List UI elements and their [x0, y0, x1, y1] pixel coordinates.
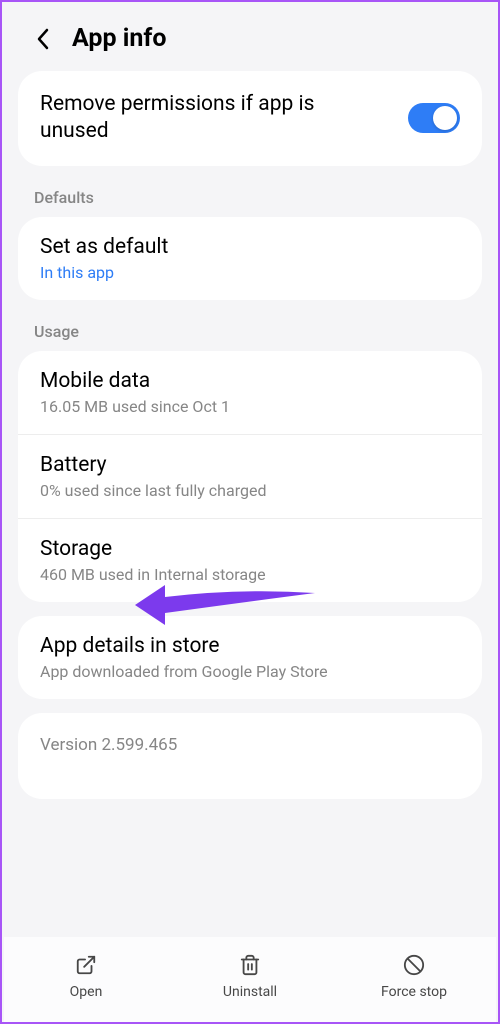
header: App info	[2, 2, 498, 71]
app-details-subtitle: App downloaded from Google Play Store	[40, 662, 460, 681]
bottom-nav: Open Uninstall Force stop	[4, 937, 496, 1022]
chevron-left-icon	[36, 28, 50, 50]
trash-icon	[238, 953, 262, 977]
prohibit-icon	[402, 953, 426, 977]
open-icon	[74, 953, 98, 977]
mobile-data-item[interactable]: Mobile data 16.05 MB used since Oct 1	[18, 351, 482, 435]
remove-permissions-label: Remove permissions if app is unused	[40, 91, 408, 146]
app-details-item[interactable]: App details in store App downloaded from…	[18, 616, 482, 699]
usage-card: Mobile data 16.05 MB used since Oct 1 Ba…	[18, 351, 482, 602]
mobile-data-title: Mobile data	[40, 369, 460, 393]
storage-item[interactable]: Storage 460 MB used in Internal storage	[18, 519, 482, 602]
mobile-data-subtitle: 16.05 MB used since Oct 1	[40, 397, 460, 416]
uninstall-label: Uninstall	[223, 984, 277, 1000]
uninstall-button[interactable]: Uninstall	[190, 953, 310, 1000]
page-title: App info	[72, 24, 166, 53]
usage-section-label: Usage	[2, 314, 498, 351]
battery-item[interactable]: Battery 0% used since last fully charged	[18, 435, 482, 519]
toggle-knob	[433, 106, 457, 130]
set-default-subtitle: In this app	[40, 263, 460, 282]
force-stop-button[interactable]: Force stop	[354, 953, 474, 1000]
open-label: Open	[70, 984, 103, 1000]
defaults-section-label: Defaults	[2, 180, 498, 217]
force-stop-label: Force stop	[381, 984, 447, 1000]
storage-subtitle: 460 MB used in Internal storage	[40, 565, 460, 584]
storage-title: Storage	[40, 537, 460, 561]
battery-title: Battery	[40, 453, 460, 477]
set-default-title: Set as default	[40, 235, 460, 259]
defaults-card: Set as default In this app	[18, 217, 482, 300]
back-button[interactable]	[32, 28, 54, 50]
version-card: Version 2.599.465	[18, 713, 482, 799]
app-details-title: App details in store	[40, 634, 460, 658]
set-as-default-item[interactable]: Set as default In this app	[18, 217, 482, 300]
remove-permissions-toggle[interactable]	[408, 103, 460, 133]
battery-subtitle: 0% used since last fully charged	[40, 481, 460, 500]
open-button[interactable]: Open	[26, 953, 146, 1000]
remove-permissions-row[interactable]: Remove permissions if app is unused	[18, 71, 482, 166]
permissions-card: Remove permissions if app is unused	[18, 71, 482, 166]
app-details-card: App details in store App downloaded from…	[18, 616, 482, 699]
version-text: Version 2.599.465	[40, 735, 460, 755]
